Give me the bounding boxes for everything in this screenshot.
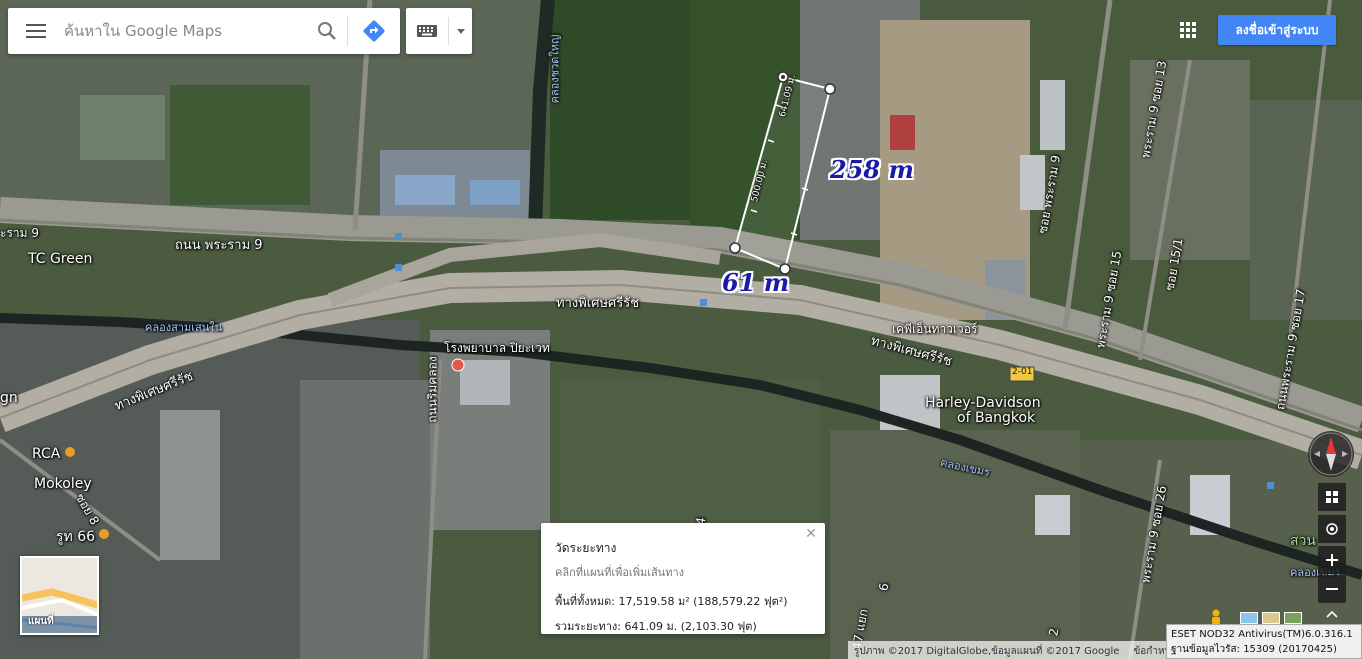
minus-icon <box>1326 588 1338 590</box>
map-type-toggle[interactable]: แผนที่ <box>20 556 99 635</box>
compass-button[interactable] <box>1308 431 1354 477</box>
place-label: gn <box>0 390 18 406</box>
sign-in-button[interactable]: ลงชื่อเข้าสู่ระบบ <box>1218 15 1336 45</box>
canal-label: คลองสามเสนใน <box>145 321 223 334</box>
measure-hint: คลิกที่แผนที่เพื่อเพิ่มเส้นทาง <box>555 566 684 579</box>
antivirus-name: ESET NOD32 Antivirus(TM)6.0.316.1 <box>1171 629 1353 640</box>
total-distance: รวมระยะทาง: 641.09 ม. (2,103.30 ฟุต) <box>555 620 757 633</box>
antivirus-notice: ESET NOD32 Antivirus(TM)6.0.316.1 ฐานข้อ… <box>1166 624 1362 659</box>
measure-title: วัดระยะทาง <box>555 541 617 555</box>
place-label: Harley-Davidson <box>925 395 1041 411</box>
road-label: ทางพิเศษศรีรัช <box>556 296 640 311</box>
keyboard-button[interactable] <box>406 8 448 54</box>
directions-button[interactable] <box>348 8 400 54</box>
long-side-measure: 258 m <box>830 155 914 184</box>
total-area: พื้นที่ทั้งหมด: 17,519.58 ม² (188,579.22… <box>555 595 788 608</box>
short-side-measure: 61 m <box>722 268 790 297</box>
search-input[interactable] <box>64 16 307 46</box>
place-label: TC Green <box>28 251 93 267</box>
place-label: RCA <box>32 446 61 462</box>
antivirus-database: ฐานข้อมูลไวรัส: 15309 (20170425) <box>1171 644 1337 655</box>
search-button[interactable] <box>307 8 347 54</box>
menu-button[interactable] <box>8 8 64 54</box>
imagery-attribution: รูปภาพ ©2017 DigitalGlobe,ข้อมูลแผนที่ ©… <box>854 646 1120 657</box>
place-label: of Bangkok <box>957 410 1036 426</box>
zoom-out-button[interactable] <box>1318 575 1346 603</box>
minimap-label: แผนที่ <box>28 616 54 627</box>
close-icon[interactable]: ✕ <box>803 526 819 542</box>
place-label: Mokoley <box>34 476 92 492</box>
my-location-button[interactable] <box>1318 515 1346 543</box>
chevron-up-icon <box>1326 610 1338 618</box>
expand-imagery-button[interactable] <box>1320 607 1344 625</box>
grid-icon <box>1326 491 1338 503</box>
imagery-thumbnail[interactable] <box>1284 612 1302 624</box>
plus-icon <box>1326 554 1338 566</box>
input-tools-dropdown[interactable] <box>449 8 472 54</box>
road-label: ถนนริมคลอง <box>425 356 440 423</box>
hospital-label: โรงพยาบาล ปิยะเวท <box>444 341 550 355</box>
attribution-bar: รูปภาพ ©2017 DigitalGlobe,ข้อมูลแผนที่ ©… <box>848 641 1184 659</box>
caret-down-icon <box>456 28 465 34</box>
imagery-thumbnail[interactable] <box>1262 612 1280 624</box>
input-tools <box>406 8 472 54</box>
keyboard-icon <box>417 25 437 37</box>
search-box <box>8 8 400 54</box>
road-label: ะราม 9 <box>0 226 39 240</box>
route-badge: 2-01 <box>1012 367 1033 377</box>
search-icon <box>318 22 336 40</box>
canal-label: คลองชวดใหญ่ <box>548 34 562 104</box>
place-label: สวน <box>1290 533 1316 549</box>
location-icon <box>1326 523 1338 535</box>
vertex-marker <box>824 83 836 95</box>
measure-distance-panel: วัดระยะทาง คลิกที่แผนที่เพื่อเพิ่มเส้นทา… <box>541 523 825 634</box>
hamburger-icon <box>26 24 46 38</box>
directions-icon <box>363 20 385 42</box>
road-label: ถนน พระราม 9 <box>175 238 263 253</box>
place-label: เคพีเอ็นทาวเวอร์ <box>892 322 978 336</box>
imagery-thumbnail[interactable] <box>1240 612 1258 624</box>
apps-grid-icon <box>1180 22 1196 38</box>
compass-icon <box>1309 432 1353 476</box>
photos-grid-button[interactable] <box>1318 483 1346 511</box>
place-label: รูท 66 <box>56 529 96 545</box>
vertex-marker <box>729 242 741 254</box>
zoom-in-button[interactable] <box>1318 546 1346 574</box>
apps-button[interactable] <box>1176 18 1200 42</box>
